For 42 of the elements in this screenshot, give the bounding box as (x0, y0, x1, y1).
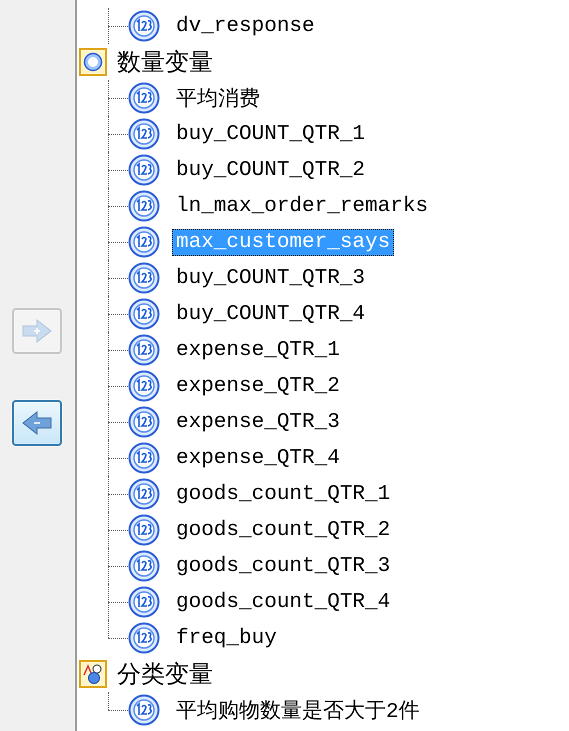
variable-item[interactable]: 平均消费 (172, 82, 264, 114)
number-icon (128, 370, 160, 402)
number-icon (128, 694, 160, 726)
left-arrow-icon (21, 410, 53, 436)
variable-item[interactable]: expense_QTR_1 (172, 336, 344, 364)
variable-item[interactable]: dv_response (172, 12, 319, 40)
variable-item[interactable]: buy_COUNT_QTR_3 (172, 264, 370, 292)
variable-item[interactable]: expense_QTR_4 (172, 444, 344, 472)
right-arrow-icon (21, 318, 53, 344)
variable-item[interactable]: expense_QTR_3 (172, 408, 344, 436)
scale-icon (79, 48, 107, 76)
number-icon (128, 586, 160, 618)
number-icon (128, 262, 160, 294)
number-icon (128, 406, 160, 438)
number-icon (128, 82, 160, 114)
variable-item[interactable]: expense_QTR_2 (172, 372, 344, 400)
variable-item[interactable]: buy_COUNT_QTR_2 (172, 156, 370, 184)
number-icon (128, 298, 160, 330)
variable-item[interactable]: ln_max_order_remarks (172, 192, 432, 220)
number-icon (128, 478, 160, 510)
nominal-icon (79, 660, 107, 688)
variable-item[interactable]: 平均购物数量是否大于2件 (172, 694, 424, 726)
variable-item[interactable]: goods_count_QTR_2 (172, 516, 394, 544)
group-label[interactable]: 数量变量 (117, 46, 213, 78)
number-icon (128, 442, 160, 474)
number-icon (128, 334, 160, 366)
group-label[interactable]: 分类变量 (117, 658, 213, 690)
number-icon (128, 154, 160, 186)
number-icon (128, 118, 160, 150)
variable-item[interactable]: freq_buy (172, 624, 281, 652)
variable-item[interactable]: goods_count_QTR_4 (172, 588, 394, 616)
variable-item[interactable]: buy_COUNT_QTR_4 (172, 300, 370, 328)
number-icon (128, 10, 160, 42)
remove-button[interactable] (12, 400, 62, 446)
number-icon (128, 622, 160, 654)
variable-item[interactable]: goods_count_QTR_1 (172, 480, 394, 508)
number-icon (128, 514, 160, 546)
number-icon (128, 550, 160, 582)
number-icon (128, 190, 160, 222)
variable-item[interactable]: buy_COUNT_QTR_1 (172, 120, 370, 148)
variable-item[interactable]: goods_count_QTR_3 (172, 552, 394, 580)
number-icon (128, 226, 160, 258)
